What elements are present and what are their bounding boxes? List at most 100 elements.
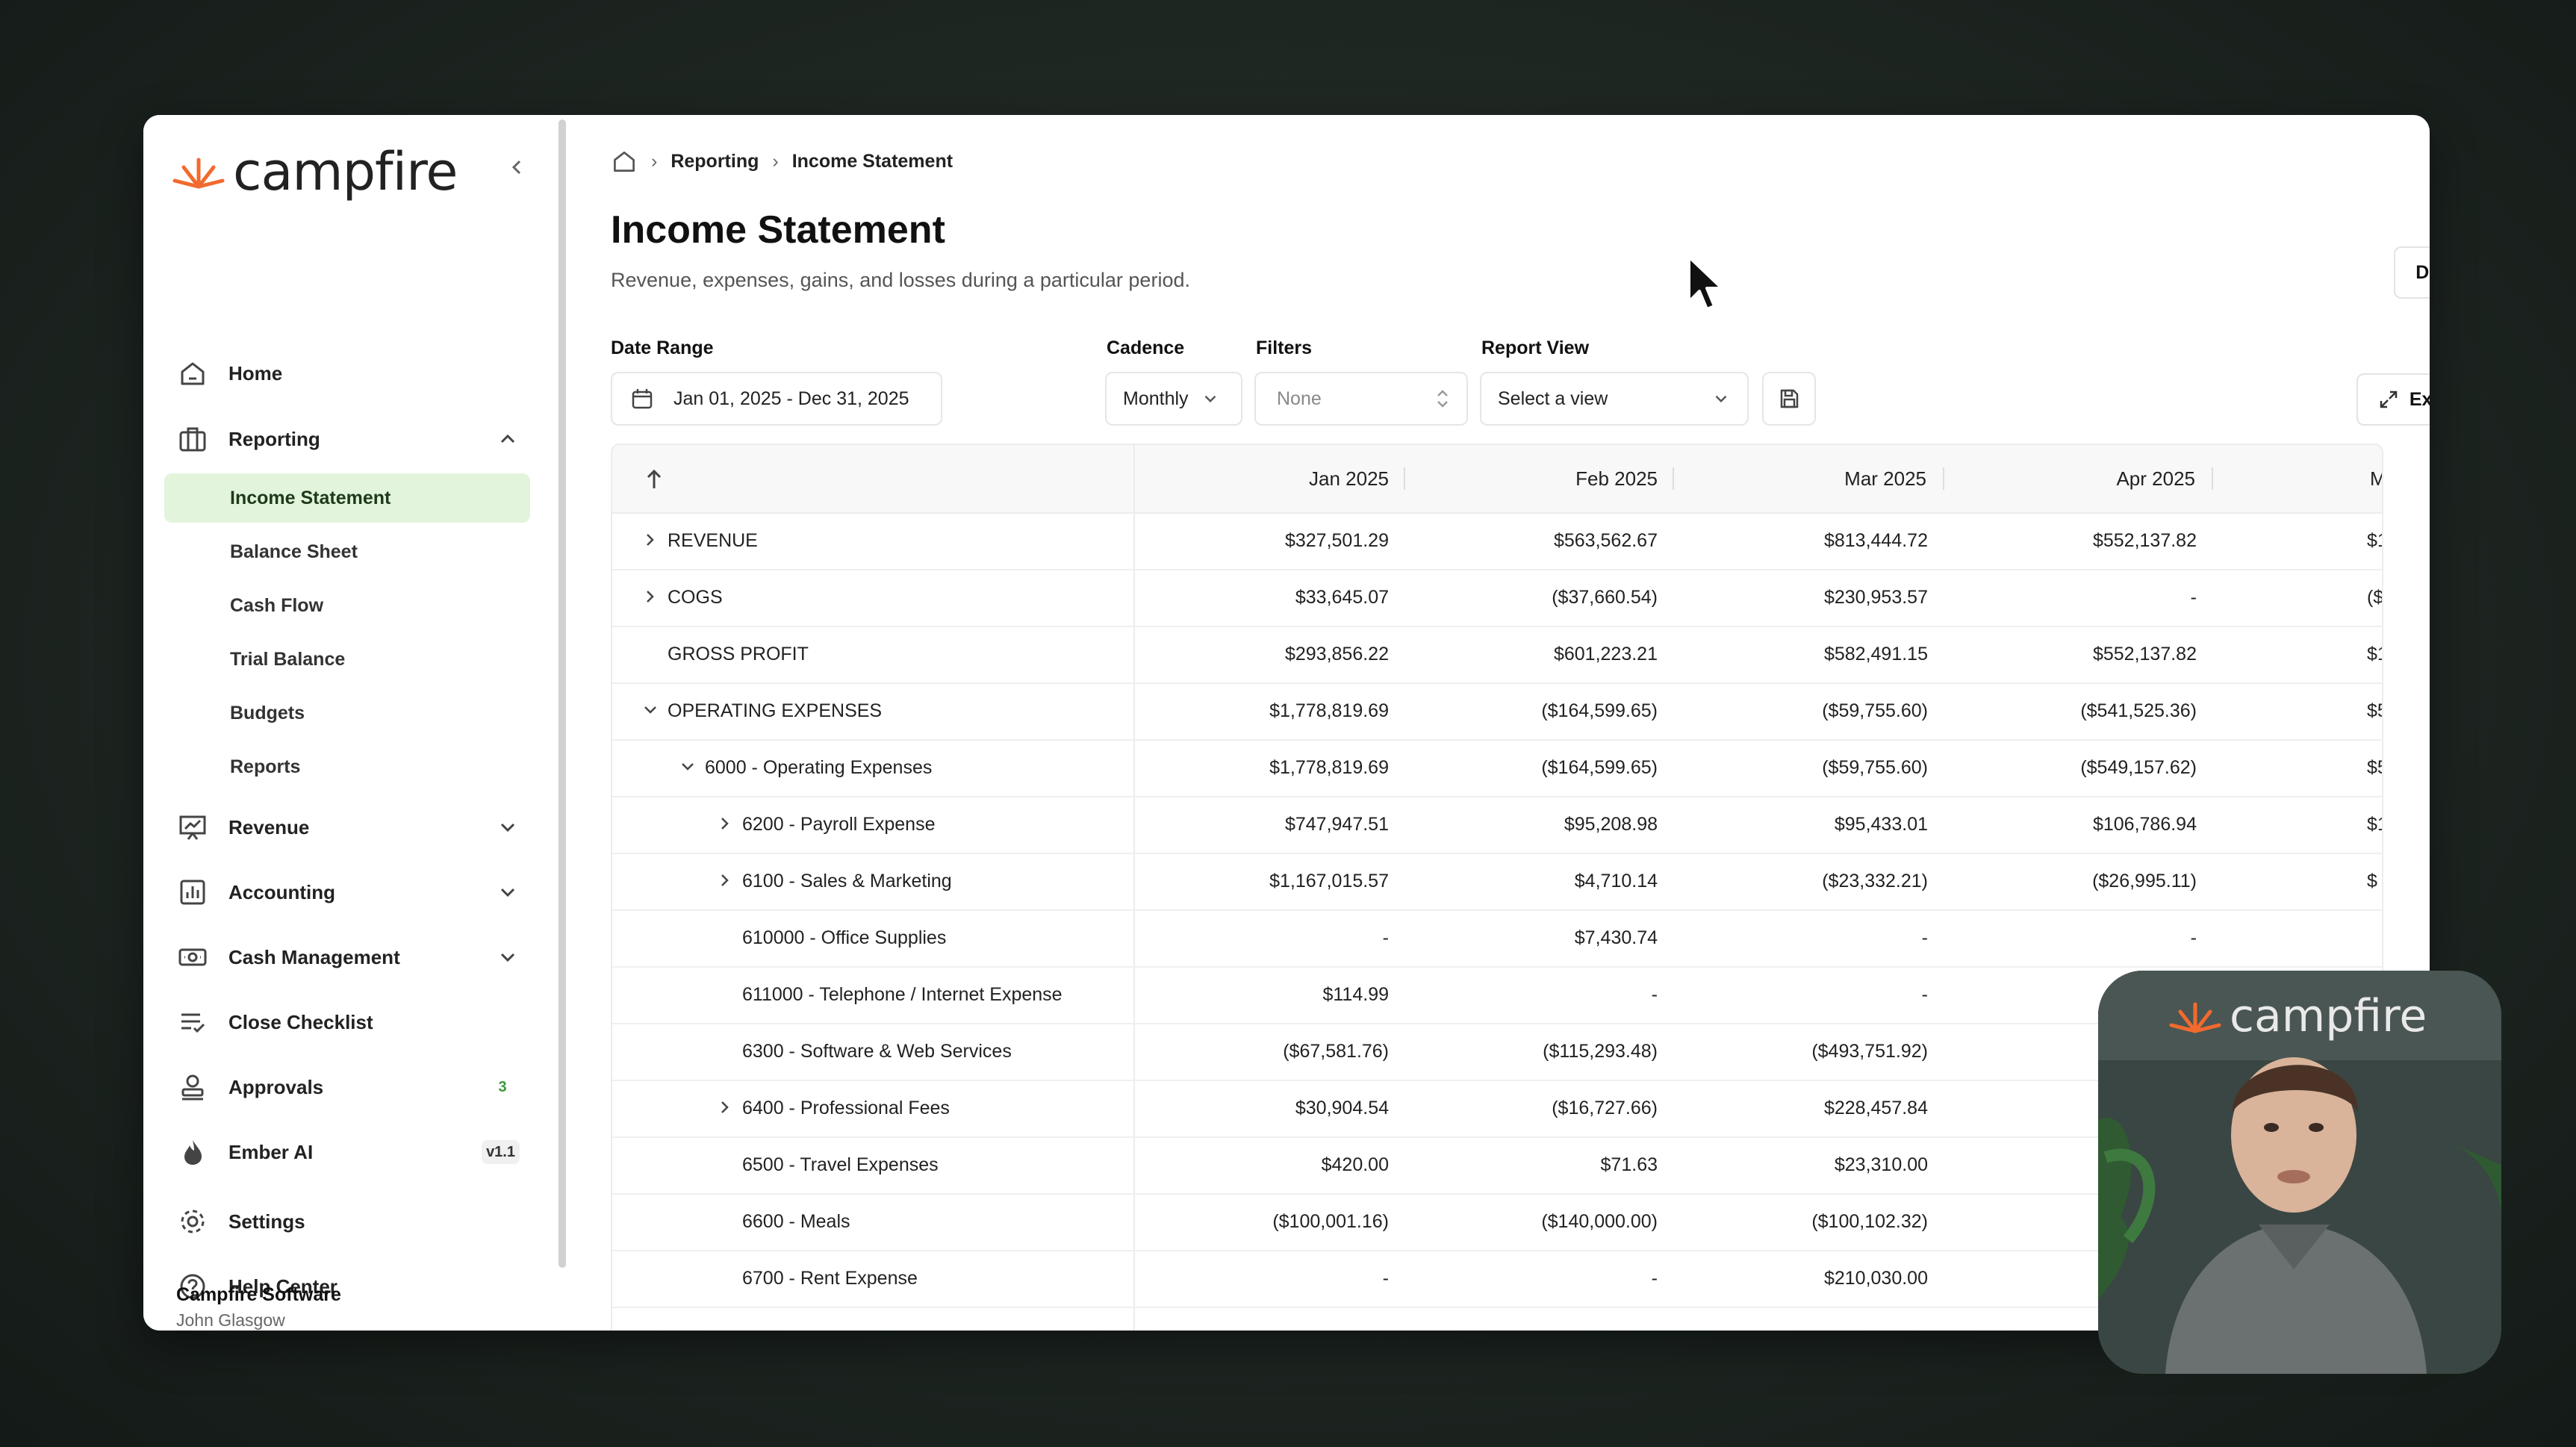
table-cell: $95,433.01 [1834,814,1928,835]
column-header-may[interactable]: M [2370,467,2382,491]
breadcrumb-separator: › [651,150,658,172]
sidebar-subitem-budgets[interactable]: Budgets [164,688,530,738]
column-header-apr[interactable]: Apr 2025 [2106,467,2195,491]
table-cell: ($37,660.54) [1552,587,1658,608]
table-row[interactable]: 6100 - Sales & Marketing $1,167,015.57 $4,… [612,853,2382,911]
table-row[interactable]: 6000 - Operating Expenses $1,778,819.69 ($… [612,739,2382,797]
table-row[interactable]: 6200 - Payroll Expense $747,947.51 $95,208… [612,796,2382,854]
report-view-label: Report View [1481,337,1590,358]
table-row[interactable]: REVENUE $327,501.29 $563,562.67 $813,444.72… [612,512,2382,570]
sidebar-subitem-income-statement[interactable]: Income Statement [164,473,530,523]
cadence-select[interactable]: Monthly [1105,372,1242,426]
table-cell: ($100,001.16) [1272,1211,1389,1232]
flame-logo-icon [2169,1002,2221,1033]
save-view-button[interactable] [1762,372,1816,426]
sidebar-subitem-label: Reports [230,756,301,777]
table-row[interactable]: OPERATING EXPENSES $1,778,819.69 ($164,599… [612,682,2382,741]
sidebar-subitem-trial-balance[interactable]: Trial Balance [164,635,530,684]
table-cell: $420.00 [1321,1154,1389,1175]
table-cell: ($59,755.60) [1822,757,1928,778]
user-stamp-icon [176,1071,209,1104]
sidebar-item-settings[interactable]: Settings [164,1195,530,1248]
chevron-down-icon[interactable] [676,756,699,778]
flame-logo-icon [172,158,225,189]
row-label: 6600 - Meals [742,1211,850,1232]
table-cell: ($23,332.21) [1822,871,1928,891]
download-button[interactable]: Download [2394,246,2430,299]
save-icon [1780,389,1799,408]
table-row[interactable]: COGS $33,645.07 ($37,660.54) $230,953.57 - ($ [612,569,2382,627]
sidebar-subitem-label: Trial Balance [230,648,346,670]
collapse-sidebar-button[interactable] [502,152,532,182]
sidebar-item-reporting[interactable]: Reporting [164,412,530,466]
row-label: REVENUE [668,530,758,551]
chevron-down-icon[interactable] [639,699,662,721]
sidebar-item-approvals[interactable]: Approvals 3 [164,1060,530,1114]
sidebar-item-ember-ai[interactable]: Ember AI v1.1 [164,1125,530,1179]
sidebar-item-label: Accounting [228,880,335,903]
app-window: campfire Home Reporting Income Statement… [143,115,2430,1331]
sidebar-item-label: Cash Management [228,945,400,968]
sidebar-subitem-label: Balance Sheet [230,541,358,562]
company-name: Campfire Software [176,1284,341,1305]
row-label: 6400 - Professional Fees [742,1098,950,1118]
report-view-select[interactable]: Select a view [1480,372,1749,426]
row-label: 6700 - Rent Expense [742,1268,918,1289]
filters-select[interactable]: None [1254,372,1468,426]
sidebar-item-close-checklist[interactable]: Close Checklist [164,995,530,1049]
briefcase-icon [176,423,209,455]
chevron-right-icon[interactable] [714,1096,736,1118]
chevron-down-icon [1204,395,1216,402]
presenter-video-overlay: campfire [2098,971,2501,1374]
sort-ascending-icon[interactable] [644,467,665,491]
table-cell: $1,167,015.57 [1269,871,1389,891]
column-divider[interactable] [1943,467,1944,490]
table-cell: $7,430.74 [1574,927,1658,948]
column-header-jan[interactable]: Jan 2025 [1299,467,1389,491]
sidebar-subitem-cash-flow[interactable]: Cash Flow [164,581,530,630]
checklist-icon [176,1006,209,1039]
company-info[interactable]: Campfire Software John Glasgow [176,1284,341,1331]
column-header-feb[interactable]: Feb 2025 [1568,467,1658,491]
row-label: 6500 - Travel Expenses [742,1154,939,1175]
sidebar-subitem-balance-sheet[interactable]: Balance Sheet [164,527,530,576]
home-icon[interactable] [611,148,638,175]
report-view-value: Select a view [1498,388,1608,409]
campfire-logo[interactable]: campfire [170,134,458,209]
table-cell: $12,05 [2367,530,2382,551]
table-cell: $563,562.67 [1553,530,1658,551]
column-divider[interactable] [1404,467,1405,490]
sidebar-subitem-reports[interactable]: Reports [164,742,530,791]
row-label: COGS [668,587,723,608]
table-cell: - [2190,927,2197,948]
sidebar-item-label: Close Checklist [228,1010,373,1033]
column-divider[interactable] [1673,467,1674,490]
column-divider[interactable] [2212,467,2213,490]
sidebar-item-revenue[interactable]: Revenue [164,800,530,854]
sidebar-subitem-label: Cash Flow [230,594,324,616]
table-cell: - [1651,1268,1658,1289]
sidebar-item-home[interactable]: Home [164,346,530,400]
sidebar-scrollbar[interactable] [559,119,566,1268]
sidebar-item-accounting[interactable]: Accounting [164,865,530,919]
date-range-picker[interactable]: Jan 01, 2025 - Dec 31, 2025 [611,372,942,426]
chevron-right-icon[interactable] [714,812,736,835]
chevron-right-icon[interactable] [639,529,662,551]
table-cell: ($ [2367,587,2383,608]
chevron-right-icon[interactable] [639,585,662,608]
table-cell: - [1382,927,1389,948]
row-label: GROSS PROFIT [668,644,809,665]
sidebar-item-cash-management[interactable]: Cash Management [164,930,530,984]
table-cell: $228,457.84 [1823,1098,1928,1118]
table-cell: $1,778,819.69 [1269,700,1389,721]
approvals-count-badge: 3 [498,1078,507,1095]
column-header-mar[interactable]: Mar 2025 [1837,467,1926,491]
chevron-down-icon [500,823,515,833]
row-label: 611000 - Telephone / Internet Expense [742,984,1063,1005]
flame-icon [176,1136,209,1169]
breadcrumb-reporting[interactable]: Reporting [671,151,759,172]
video-brand-text: campfire [2230,990,2427,1042]
table-cell: $5 [2367,700,2382,721]
expand-all-button[interactable]: Expand All [2356,373,2430,426]
chevron-right-icon[interactable] [714,869,736,891]
